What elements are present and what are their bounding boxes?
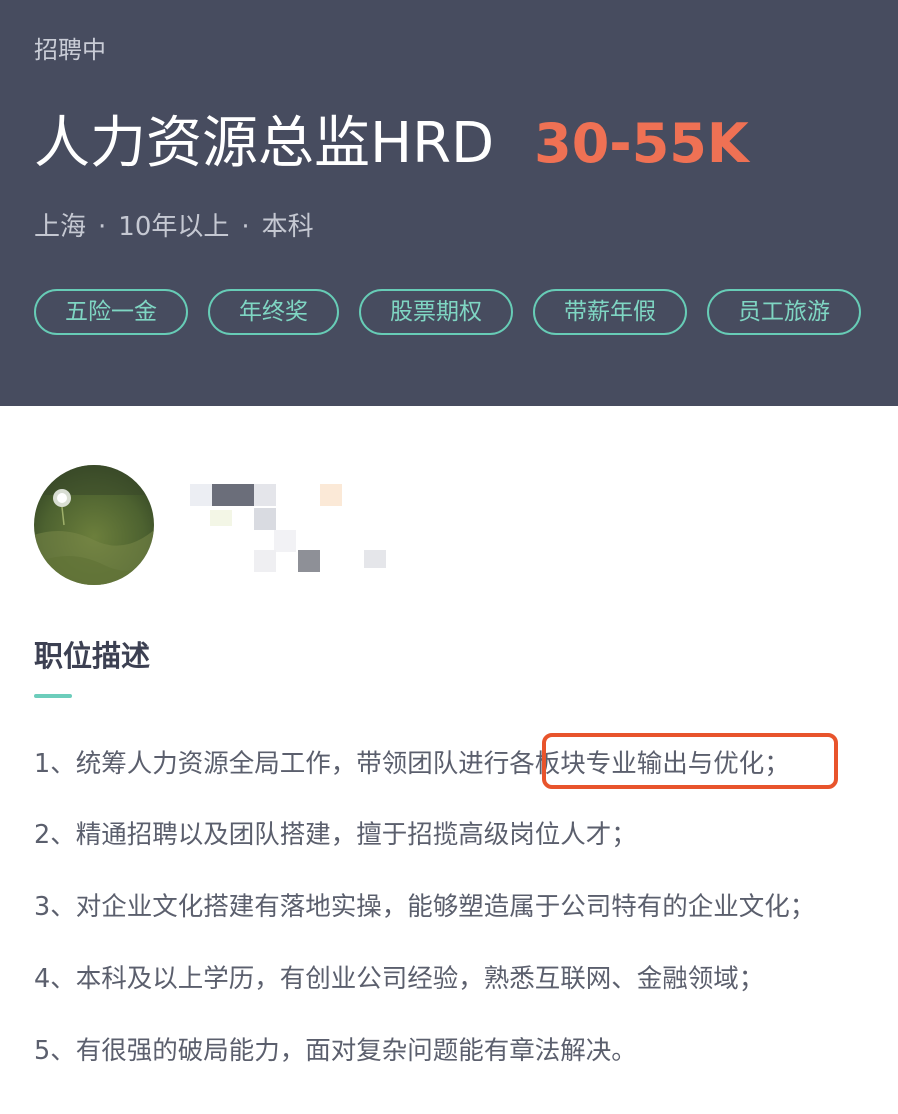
description-item: 4、本科及以上学历，有创业公司经验，熟悉互联网、金融领域； xyxy=(34,964,765,994)
benefit-tag: 股票期权 xyxy=(359,289,513,335)
recruiting-status: 招聘中 xyxy=(34,36,106,64)
description-item: 5、有很强的破局能力，面对复杂问题能有章法解决。 xyxy=(34,1036,637,1066)
job-city: 上海 xyxy=(34,212,87,242)
job-header: 招聘中 人力资源总监HRD 30-55K 上海 · 10年以上 · 本科 五险一… xyxy=(0,0,898,406)
description-item: 2、精通招聘以及团队搭建，擅于招揽高级岗位人才； xyxy=(34,820,637,850)
meta-separator: · xyxy=(98,212,107,242)
recruiter-name-redacted xyxy=(190,484,390,574)
section-title-job-description: 职位描述 xyxy=(34,639,151,673)
dandelion-photo-image xyxy=(34,465,154,585)
highlight-annotation-box xyxy=(542,733,838,789)
recruiter-avatar[interactable] xyxy=(34,465,154,585)
description-item: 3、对企业文化搭建有落地实操，能够塑造属于公司特有的企业文化； xyxy=(34,892,816,922)
salary-range: 30-55K xyxy=(534,112,749,175)
job-education: 本科 xyxy=(261,212,314,242)
job-title: 人力资源总监HRD xyxy=(34,111,495,176)
benefit-tag: 员工旅游 xyxy=(707,289,861,335)
benefit-tag: 五险一金 xyxy=(34,289,188,335)
job-meta: 上海 · 10年以上 · 本科 xyxy=(34,208,314,246)
benefit-tag: 年终奖 xyxy=(208,289,339,335)
benefit-tags: 五险一金 年终奖 股票期权 带薪年假 员工旅游 xyxy=(34,289,861,335)
title-row: 人力资源总监HRD 30-55K xyxy=(34,104,749,184)
job-experience: 10年以上 xyxy=(118,212,230,242)
benefit-tag: 带薪年假 xyxy=(533,289,687,335)
meta-separator: · xyxy=(241,212,250,242)
section-underline xyxy=(34,694,72,698)
